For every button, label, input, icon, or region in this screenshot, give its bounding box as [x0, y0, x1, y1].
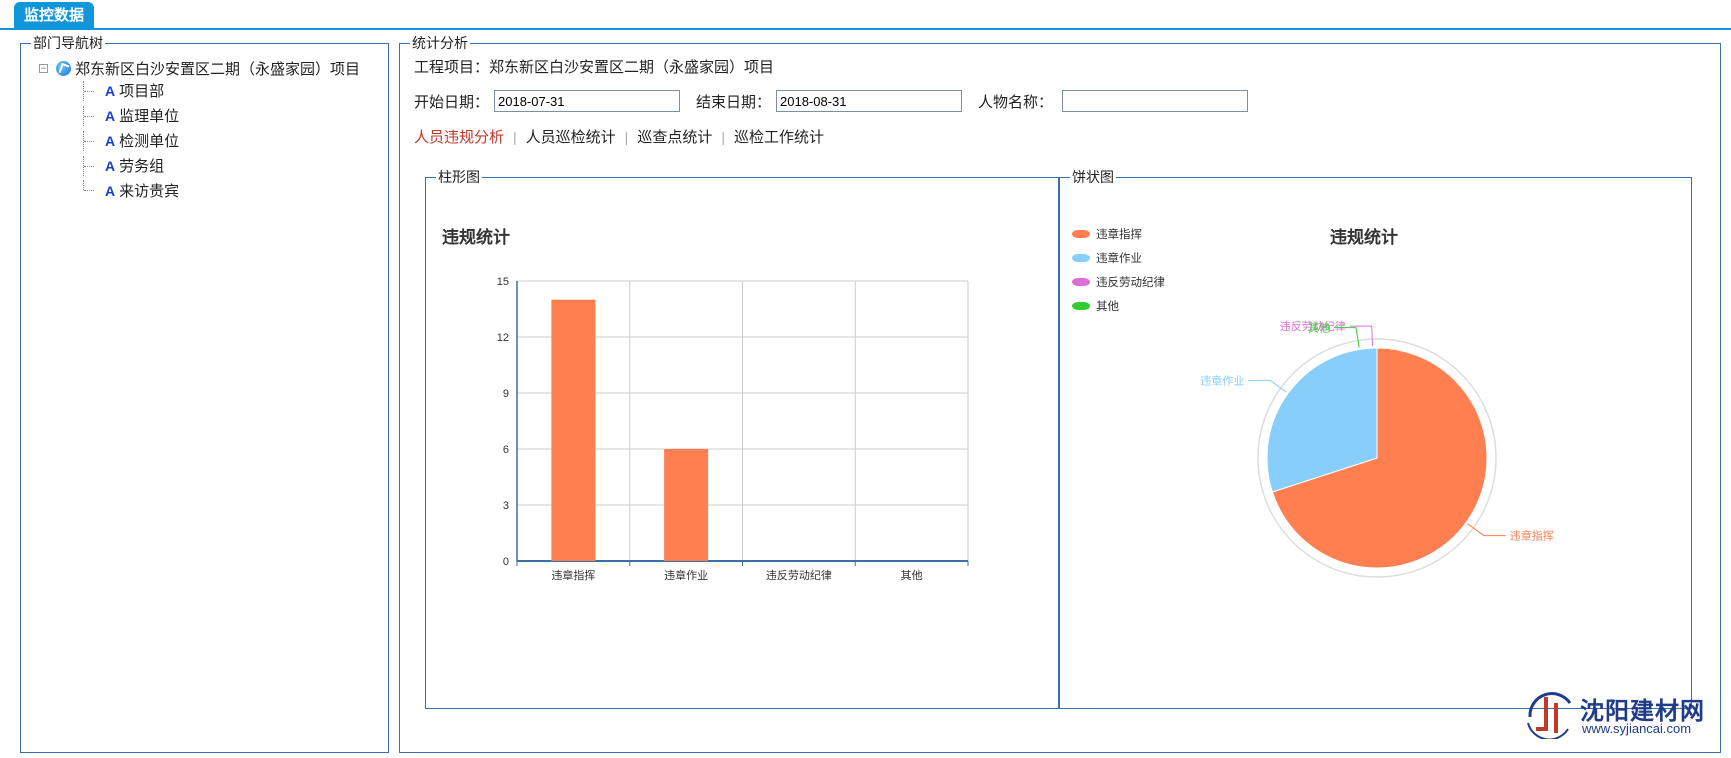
tree-item-label[interactable]: 来访贵宾 — [119, 180, 179, 201]
tab-inspection-work-stats[interactable]: 巡检工作统计 — [734, 126, 824, 147]
pie-slice-label: 违章作业 — [1200, 373, 1244, 387]
project-label: 工程项目： — [414, 59, 490, 76]
y-tick-label: 0 — [503, 556, 509, 568]
tree-item-label[interactable]: 监理单位 — [119, 105, 179, 126]
watermark-logo-icon — [1527, 692, 1572, 739]
stat-panel-legend: 统计分析 — [410, 35, 470, 51]
tree-connector — [83, 180, 97, 191]
pie-slice-label: 其他 — [1308, 322, 1330, 335]
tree-item-labor[interactable]: A 劳务组 — [83, 155, 164, 176]
x-tick-label: 违章作业 — [664, 568, 708, 582]
tree-connector — [83, 80, 97, 101]
tree-item-label[interactable]: 项目部 — [119, 80, 164, 101]
bar — [551, 299, 596, 561]
tree-item-inspection[interactable]: A 检测单位 — [83, 130, 179, 151]
collapse-icon[interactable]: − — [39, 64, 48, 73]
start-date-label: 开始日期： — [414, 94, 490, 111]
bar-chart: 0 3 6 9 12 15 违章指挥 违章作业 违反劳动纪律 其他 — [497, 276, 969, 582]
tree-item-guests[interactable]: A 来访贵宾 — [83, 180, 179, 201]
project-value: 郑东新区白沙安置区二期（永盛家园）项目 — [489, 59, 775, 76]
unit-icon: A — [105, 107, 116, 124]
bar-chart-panel: 柱形图 违规统计 0 3 6 9 12 15 违章指挥 违章作业 违反劳动纪律 其他 — [425, 169, 1059, 709]
tree-item-project-dept[interactable]: A 项目部 — [83, 80, 164, 101]
tab-monitor-data[interactable]: 监控数据 — [14, 2, 95, 29]
tree-root-label[interactable]: 郑东新区白沙安置区二期（永盛家园）项目 — [75, 58, 360, 79]
tree-item-supervision[interactable]: A 监理单位 — [83, 105, 179, 126]
start-date-input[interactable] — [494, 90, 680, 112]
header-divider — [0, 28, 1731, 30]
watermark-url: www.syjiancai.com — [1582, 721, 1692, 736]
tree-root[interactable]: − 郑东新区白沙安置区二期（永盛家园）项目 — [39, 58, 360, 79]
y-tick-label: 12 — [497, 332, 509, 344]
y-tick-label: 9 — [503, 388, 509, 400]
tab-patrol-stats[interactable]: 人员巡检统计 — [526, 126, 616, 147]
bar — [664, 449, 709, 561]
tree-item-label[interactable]: 检测单位 — [119, 130, 179, 151]
pie-leader-line — [1349, 325, 1374, 347]
person-name-label: 人物名称： — [978, 94, 1054, 111]
tree-connector — [83, 155, 97, 176]
tab-separator: | — [721, 128, 725, 145]
end-date-label: 结束日期： — [696, 94, 772, 111]
tab-violation-analysis[interactable]: 人员违规分析 — [414, 126, 504, 147]
tree-connector — [83, 130, 97, 151]
tab-separator: | — [513, 128, 517, 145]
unit-icon: A — [105, 182, 116, 199]
analysis-tabs: 人员违规分析 | 人员巡检统计 | 巡查点统计 | 巡检工作统计 — [414, 126, 824, 147]
tab-separator: | — [624, 128, 629, 145]
pie-leader-line — [1248, 379, 1287, 393]
tree-item-label[interactable]: 劳务组 — [119, 155, 164, 176]
pie-chart: 违章指挥违章作业违反劳动纪律其他 — [1200, 320, 1554, 578]
unit-icon: A — [105, 132, 116, 149]
pie-leader-line — [1467, 523, 1506, 537]
project-row: 工程项目：郑东新区白沙安置区二期（永盛家园）项目 — [414, 56, 774, 77]
x-tick-label: 其他 — [901, 569, 923, 582]
end-date-input[interactable] — [776, 90, 962, 112]
tab-checkpoint-stats[interactable]: 巡查点统计 — [637, 126, 712, 147]
y-tick-label: 6 — [503, 444, 509, 456]
y-tick-label: 3 — [503, 500, 509, 512]
x-tick-label: 违章指挥 — [551, 568, 595, 582]
x-tick-label: 违反劳动纪律 — [766, 569, 832, 582]
person-name-input[interactable] — [1062, 90, 1248, 112]
pie-slice-label: 违章指挥 — [1510, 529, 1554, 543]
stat-panel: 统计分析 工程项目：郑东新区白沙安置区二期（永盛家园）项目 开始日期： 结束日期… — [399, 35, 1721, 753]
unit-icon: A — [105, 157, 116, 174]
pie-chart-panel: 饼状图 违规统计 违章指挥 违章作业 违反劳动纪律 其他 违章指挥 违章作业 违反劳动纪律… — [1059, 169, 1692, 709]
globe-icon — [56, 61, 71, 76]
dept-nav-panel: 部门导航树 − 郑东新区白沙安置区二期（永盛家园）项目 A 项目部 A 监理单位… — [20, 35, 389, 753]
unit-icon: A — [105, 82, 116, 99]
tree-connector — [83, 105, 97, 126]
dept-nav-legend: 部门导航树 — [31, 35, 105, 51]
y-tick-label: 15 — [497, 276, 509, 288]
watermark: 沈阳建材网 www.syjiancai.com — [1522, 689, 1731, 741]
